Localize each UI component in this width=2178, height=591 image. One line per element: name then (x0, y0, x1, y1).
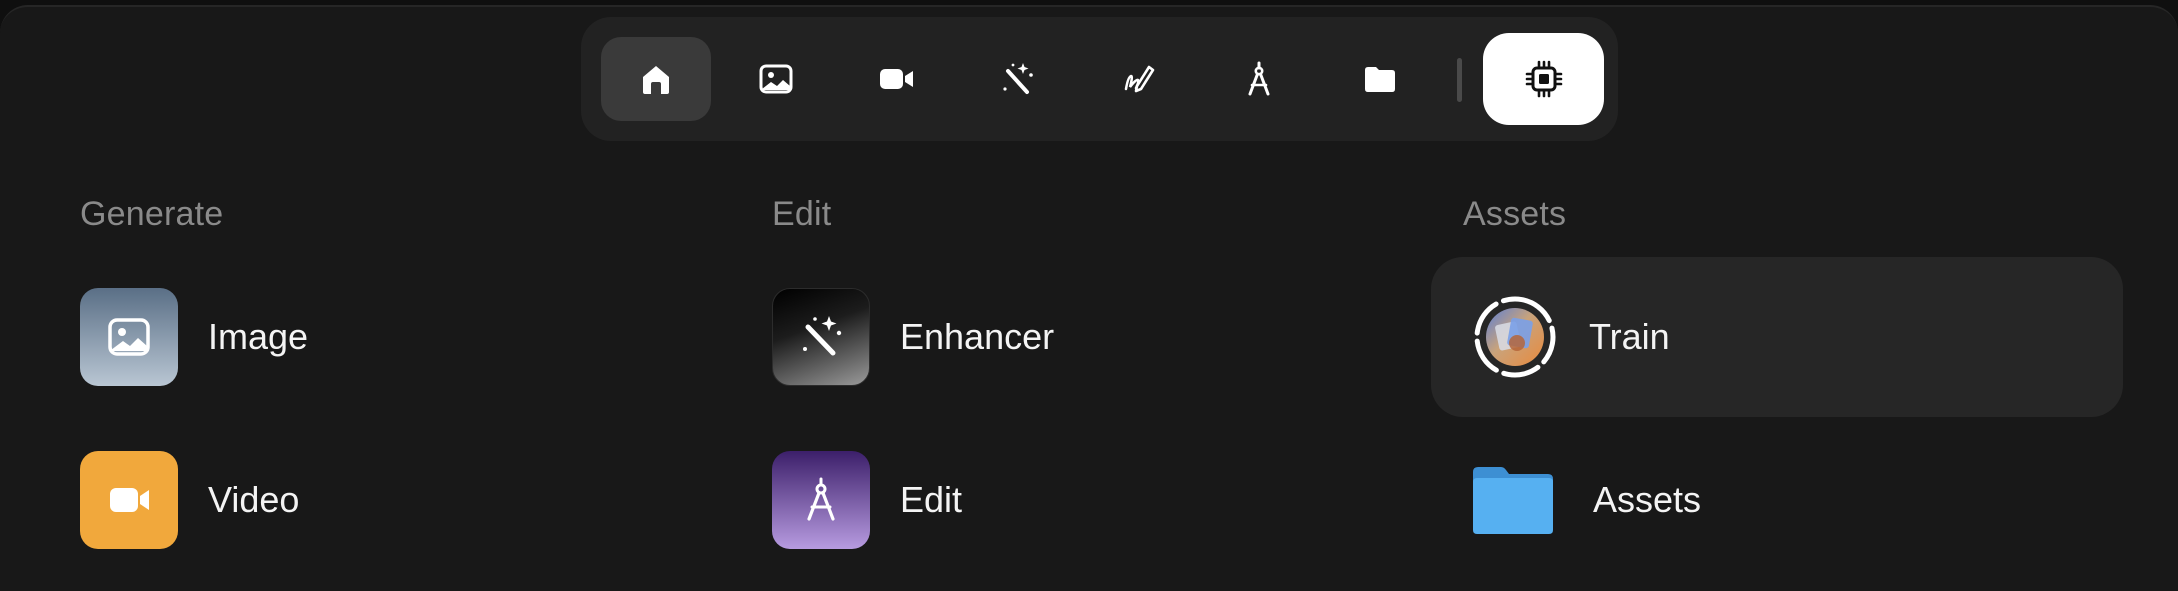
video-tile (80, 451, 178, 549)
toolbar-edit-button[interactable] (1204, 37, 1314, 121)
menu-item-train[interactable]: Train (1431, 257, 2123, 417)
menu-item-label: Train (1589, 316, 1670, 357)
toolbar-separator (1457, 58, 1462, 102)
menu-item-label: Video (208, 479, 300, 520)
toolbar-draw-button[interactable] (1083, 37, 1193, 121)
compass-icon (1248, 61, 1270, 96)
home-icon (643, 66, 669, 94)
train-progress-icon (1474, 296, 1556, 378)
compass-icon (807, 477, 835, 521)
menu-item-label: Assets (1593, 479, 1702, 520)
toolbar-assets-button[interactable] (1325, 37, 1435, 121)
enhancer-tile (772, 288, 870, 386)
toolbar-enhancer-button[interactable] (962, 37, 1072, 121)
section-title-edit: Edit (772, 195, 832, 233)
folder-icon (1473, 467, 1553, 534)
video-camera-icon (110, 488, 149, 512)
menu-item-label: Enhancer (900, 316, 1055, 357)
menu-item-image[interactable]: Image (80, 257, 680, 417)
edit-tile (772, 451, 870, 549)
menu-item-assets[interactable]: Assets (1471, 420, 2111, 580)
app-panel: Generate Image Video Edit Enhancer Edit … (0, 5, 2178, 591)
toolbar-video-button[interactable] (841, 37, 951, 121)
magic-wand-icon (1003, 63, 1033, 94)
section-title-assets: Assets (1463, 195, 1567, 233)
folder-icon (1365, 67, 1395, 92)
magic-wand-icon (803, 316, 842, 356)
menu-item-label: Image (208, 316, 309, 357)
toolbar-home-button[interactable] (601, 37, 711, 121)
menu-item-video[interactable]: Video (80, 420, 680, 580)
menu-item-edit[interactable]: Edit (772, 420, 1372, 580)
top-toolbar (581, 17, 1618, 141)
video-camera-icon (880, 69, 913, 89)
toolbar-image-button[interactable] (721, 37, 831, 121)
menu-item-enhancer[interactable]: Enhancer (772, 257, 1372, 417)
pen-scribble-icon (1124, 65, 1155, 93)
image-icon (108, 318, 150, 356)
section-title-generate: Generate (80, 195, 224, 233)
menu-item-label: Edit (900, 479, 963, 520)
chip-icon (1525, 60, 1562, 98)
toolbar-train-button[interactable] (1483, 33, 1604, 125)
image-tile (80, 288, 178, 386)
image-icon (759, 64, 793, 94)
